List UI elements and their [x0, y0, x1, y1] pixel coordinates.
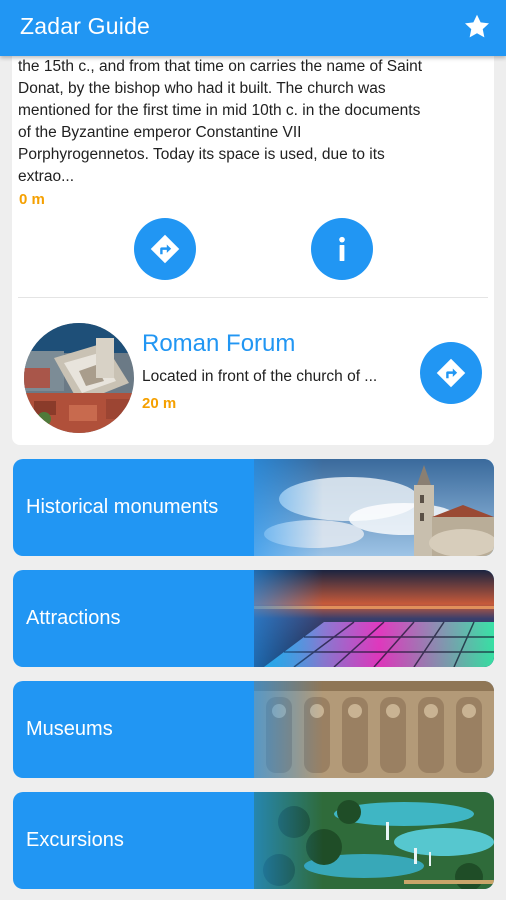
favorite-button[interactable] [462, 12, 492, 42]
nearby-directions-button[interactable] [420, 342, 482, 404]
directions-icon [150, 234, 180, 264]
info-button[interactable] [311, 218, 373, 280]
category-label: Museums [26, 718, 113, 740]
aerial-photo-image [24, 323, 134, 433]
category-attractions[interactable]: Attractions [13, 570, 494, 667]
detail-card: the 15th c., and from that time on carri… [12, 40, 494, 445]
nearby-snippet: Located in front of the church of ... [142, 368, 378, 385]
roman-forum-thumbnail[interactable] [24, 323, 134, 433]
category-label: Excursions [26, 829, 124, 851]
category-museums[interactable]: Museums [13, 681, 494, 778]
directions-button[interactable] [134, 218, 196, 280]
category-label: Attractions [26, 607, 121, 629]
category-label: Historical monuments [26, 496, 219, 518]
nearby-distance: 20 m [142, 395, 177, 412]
nearby-title[interactable]: Roman Forum [142, 330, 295, 358]
divider [18, 297, 488, 298]
directions-icon [436, 358, 466, 388]
info-icon [339, 236, 345, 261]
app-bar: Zadar Guide [0, 0, 506, 56]
category-excursions[interactable]: Excursions [13, 792, 494, 889]
description-text: the 15th c., and from that time on carri… [18, 58, 423, 185]
distance-label: 0 m [19, 191, 45, 208]
category-historical-monuments[interactable]: Historical monuments [13, 459, 494, 556]
star-icon [465, 14, 489, 38]
app-title: Zadar Guide [20, 13, 151, 39]
